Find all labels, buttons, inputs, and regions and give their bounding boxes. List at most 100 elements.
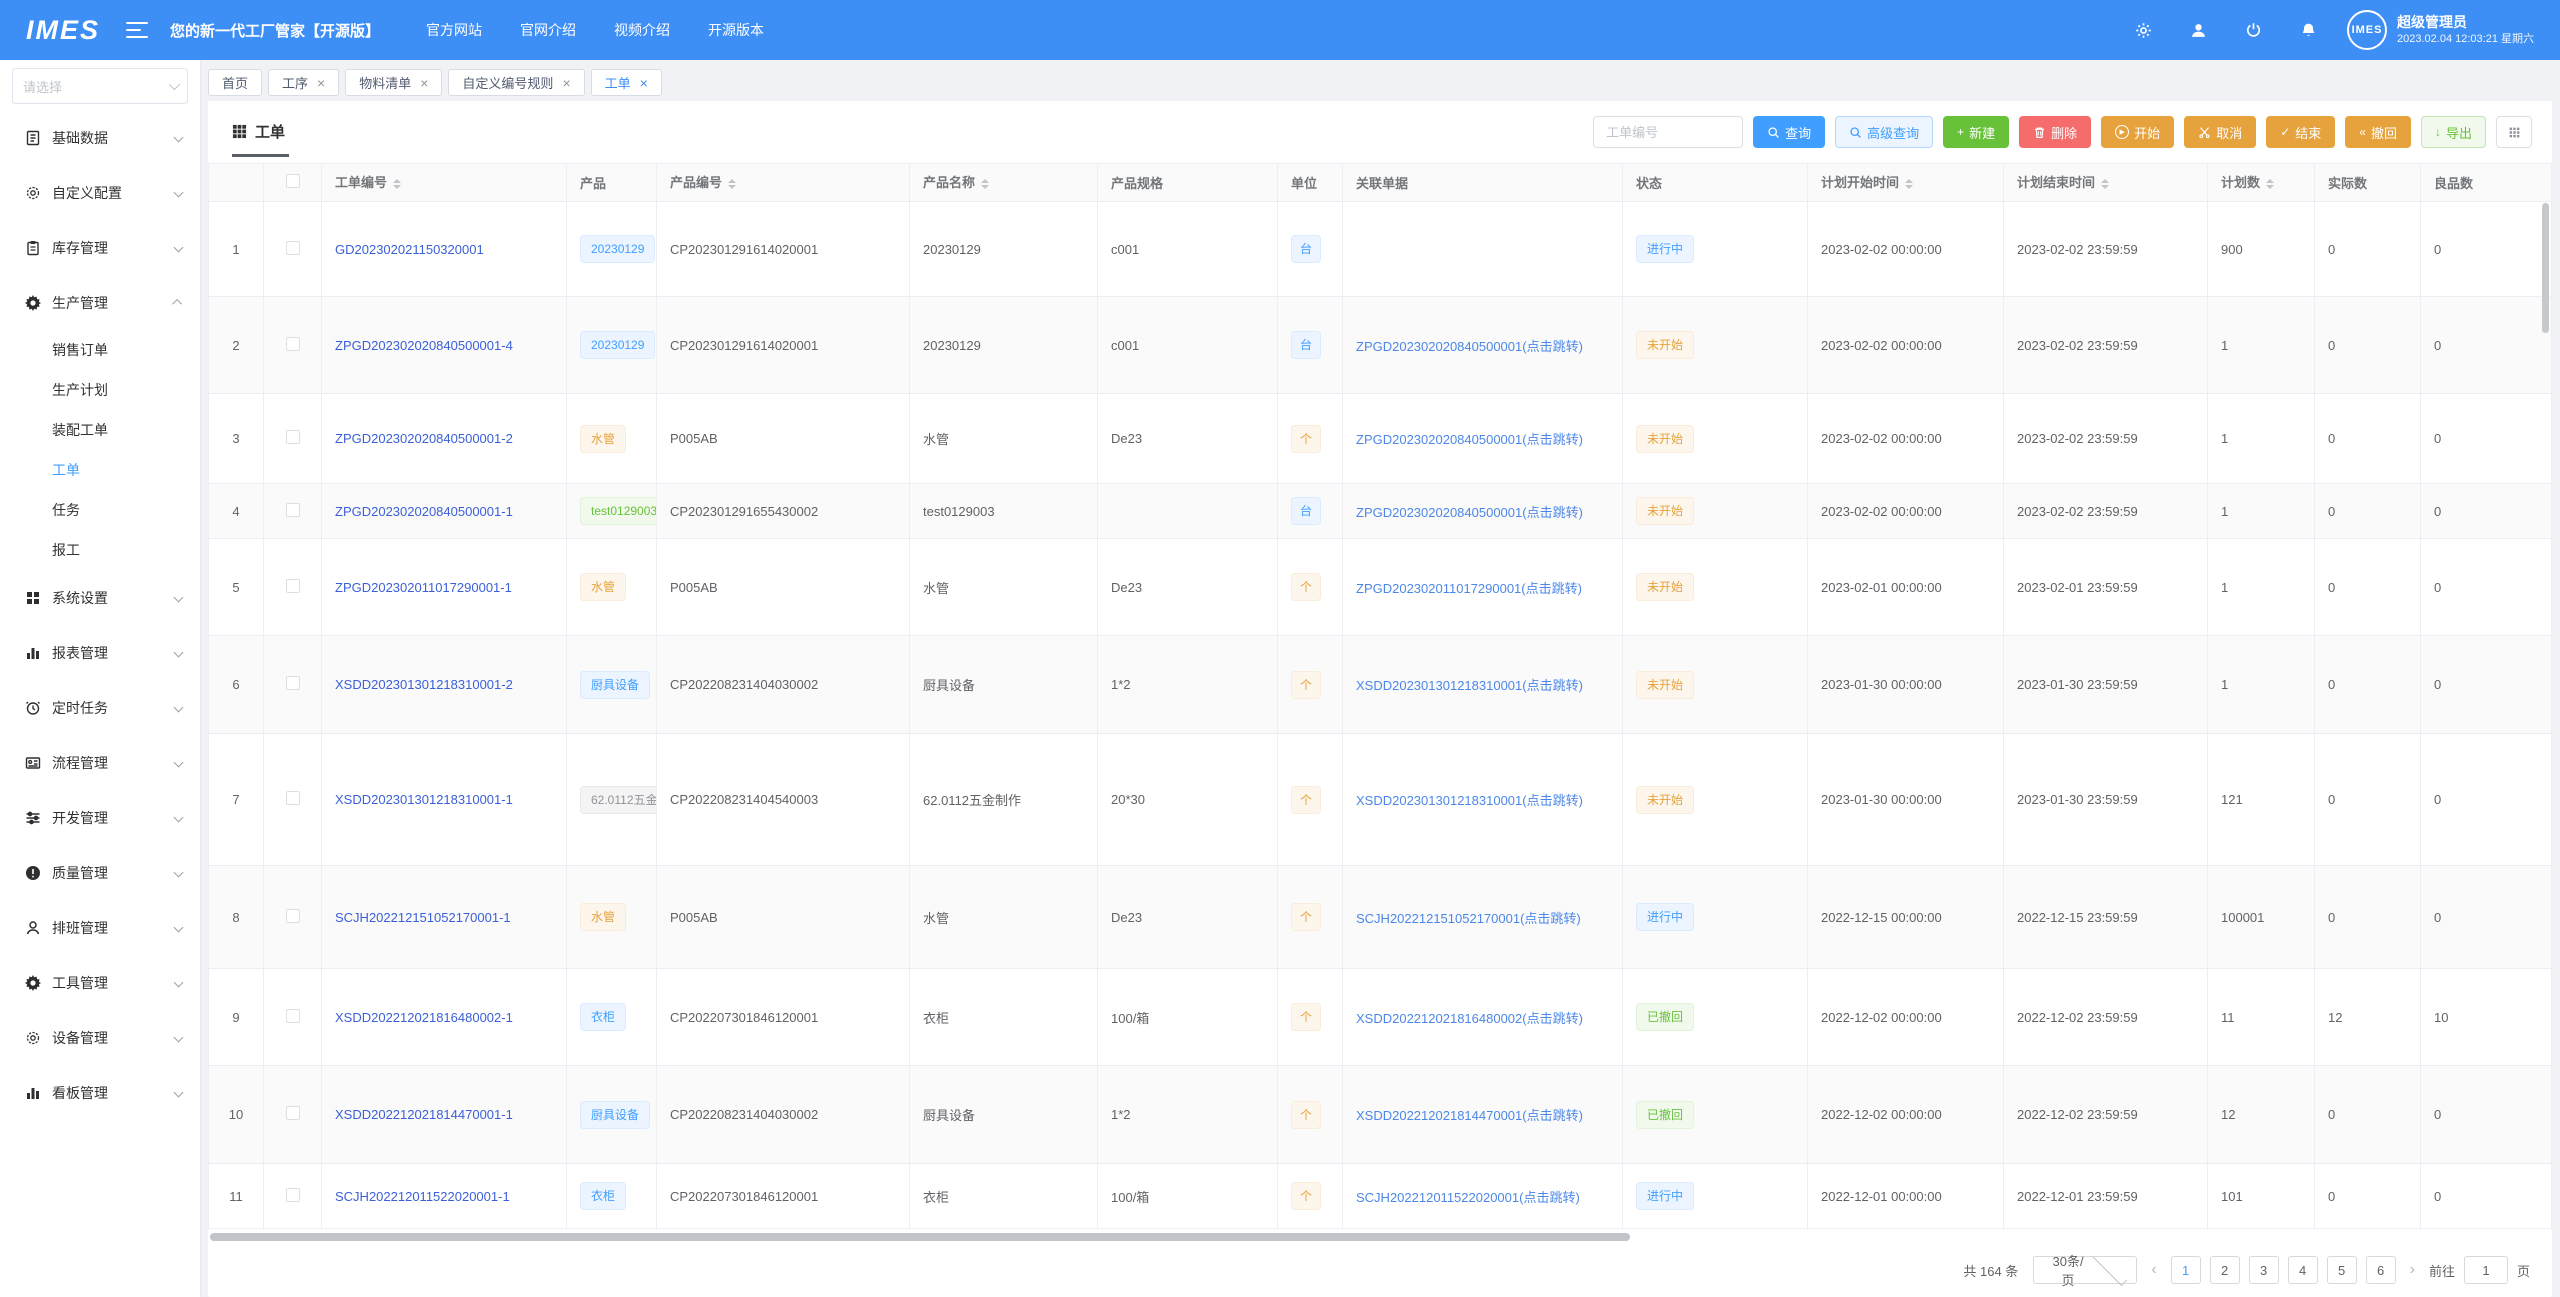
row-checkbox[interactable]: [286, 430, 300, 444]
work-order-link[interactable]: XSDD202301301218310001-2: [335, 677, 513, 692]
prev-page-button[interactable]: ‹: [2146, 1261, 2161, 1279]
search-input[interactable]: [1593, 116, 1743, 148]
work-order-link[interactable]: XSDD202212021814470001-1: [335, 1107, 513, 1122]
related-doc-link[interactable]: ZPGD202302020840500001(点击跳转): [1356, 336, 1583, 355]
sidebar-subitem-production-plan[interactable]: 生产计划: [0, 370, 200, 410]
page-size-select[interactable]: 30条/页: [2033, 1256, 2137, 1284]
tab-process[interactable]: 工序×: [268, 69, 339, 96]
bell-icon[interactable]: [2300, 22, 2317, 39]
sidebar-item-quality-mgmt[interactable]: 质量管理: [0, 845, 200, 900]
work-order-link[interactable]: ZPGD202302020840500001-4: [335, 338, 513, 353]
row-checkbox[interactable]: [286, 1009, 300, 1023]
vertical-scrollbar-thumb[interactable]: [2542, 203, 2549, 333]
column-settings-button[interactable]: [2496, 116, 2532, 148]
create-button[interactable]: + 新建: [1943, 116, 2009, 148]
sort-icon[interactable]: [2101, 175, 2109, 193]
related-doc-link[interactable]: XSDD202301301218310001(点击跳转): [1356, 675, 1583, 694]
work-order-link[interactable]: ZPGD202302011017290001-1: [335, 580, 512, 595]
tab-work-order[interactable]: 工单×: [591, 69, 662, 96]
page-button-5[interactable]: 5: [2327, 1256, 2357, 1284]
sidebar-subitem-assembly-order[interactable]: 装配工单: [0, 410, 200, 450]
row-checkbox[interactable]: [286, 241, 300, 255]
cancel-button[interactable]: 取消: [2184, 116, 2256, 148]
export-button[interactable]: ↓ 导出: [2421, 116, 2486, 148]
start-button[interactable]: ▶ 开始: [2101, 116, 2174, 148]
nav-site-intro[interactable]: 官网介绍: [520, 20, 576, 40]
sidebar-subitem-work-report[interactable]: 报工: [0, 530, 200, 570]
col-product-name[interactable]: 产品名称: [910, 164, 1098, 202]
finish-button[interactable]: ✓ 结束: [2266, 116, 2335, 148]
advanced-search-button[interactable]: 高级查询: [1835, 116, 1933, 148]
col-plan-end[interactable]: 计划结束时间: [2004, 164, 2208, 202]
settings-icon[interactable]: [2135, 22, 2152, 39]
sidebar-item-process-mgmt[interactable]: 流程管理: [0, 735, 200, 790]
row-checkbox[interactable]: [286, 579, 300, 593]
related-doc-link[interactable]: SCJH202212011522020001(点击跳转): [1356, 1187, 1580, 1206]
work-order-link[interactable]: XSDD202212021816480002-1: [335, 1010, 513, 1025]
sidebar-item-inventory-mgmt[interactable]: 库存管理: [0, 220, 200, 275]
sidebar-item-shift-mgmt[interactable]: 排班管理: [0, 900, 200, 955]
user-block[interactable]: 超级管理员 2023.02.04 12:03:21 星期六: [2397, 13, 2534, 47]
sidebar-subitem-sales-order[interactable]: 销售订单: [0, 330, 200, 370]
related-doc-link[interactable]: XSDD202212021816480002(点击跳转): [1356, 1008, 1583, 1027]
power-icon[interactable]: [2245, 22, 2262, 39]
row-checkbox[interactable]: [286, 676, 300, 690]
nav-video-intro[interactable]: 视频介绍: [614, 20, 670, 40]
tab-home[interactable]: 首页: [208, 69, 262, 96]
sidebar-item-kanban-mgmt[interactable]: 看板管理: [0, 1065, 200, 1120]
sidebar-item-production-mgmt[interactable]: 生产管理: [0, 275, 200, 330]
sidebar-item-custom-config[interactable]: 自定义配置: [0, 165, 200, 220]
nav-official-site[interactable]: 官方网站: [426, 20, 482, 40]
related-doc-link[interactable]: XSDD202301301218310001(点击跳转): [1356, 790, 1583, 809]
page-button-4[interactable]: 4: [2288, 1256, 2318, 1284]
sidebar-item-equipment-mgmt[interactable]: 设备管理: [0, 1010, 200, 1065]
col-plan-start[interactable]: 计划开始时间: [1808, 164, 2004, 202]
revoke-button[interactable]: « 撤回: [2345, 116, 2411, 148]
close-icon[interactable]: ×: [317, 76, 325, 90]
row-checkbox[interactable]: [286, 503, 300, 517]
col-plan-qty[interactable]: 计划数: [2208, 164, 2315, 202]
user-icon[interactable]: [2190, 22, 2207, 39]
page-button-3[interactable]: 3: [2249, 1256, 2279, 1284]
page-button-2[interactable]: 2: [2210, 1256, 2240, 1284]
col-product-code[interactable]: 产品编号: [657, 164, 910, 202]
horizontal-scrollbar-thumb[interactable]: [210, 1233, 1630, 1241]
sidebar-item-dev-mgmt[interactable]: 开发管理: [0, 790, 200, 845]
work-order-link[interactable]: ZPGD202302020840500001-2: [335, 431, 513, 446]
sort-icon[interactable]: [2266, 175, 2274, 193]
nav-open-source[interactable]: 开源版本: [708, 20, 764, 40]
work-order-link[interactable]: GD202302021150320001: [335, 242, 484, 257]
page-button-6[interactable]: 6: [2366, 1256, 2396, 1284]
related-doc-link[interactable]: SCJH202212151052170001(点击跳转): [1356, 908, 1581, 927]
delete-button[interactable]: 删除: [2019, 116, 2091, 148]
related-doc-link[interactable]: ZPGD202302011017290001(点击跳转): [1356, 578, 1582, 597]
related-doc-link[interactable]: XSDD202212021814470001(点击跳转): [1356, 1105, 1583, 1124]
close-icon[interactable]: ×: [420, 76, 428, 90]
work-order-link[interactable]: ZPGD202302020840500001-1: [335, 504, 513, 519]
row-checkbox[interactable]: [286, 909, 300, 923]
related-doc-link[interactable]: ZPGD202302020840500001(点击跳转): [1356, 502, 1583, 521]
sidebar-item-basic-data[interactable]: 基础数据: [0, 110, 200, 165]
search-button[interactable]: 查询: [1753, 116, 1825, 148]
related-doc-link[interactable]: ZPGD202302020840500001(点击跳转): [1356, 429, 1583, 448]
menu-collapse-icon[interactable]: [126, 22, 148, 38]
row-checkbox[interactable]: [286, 1188, 300, 1202]
sidebar-subitem-work-order[interactable]: 工单: [0, 450, 200, 490]
sidebar-item-tool-mgmt[interactable]: 工具管理: [0, 955, 200, 1010]
work-order-link[interactable]: SCJH202212151052170001-1: [335, 910, 511, 925]
tab-bom[interactable]: 物料清单×: [345, 69, 442, 96]
tab-number-rule[interactable]: 自定义编号规则×: [448, 69, 584, 96]
sidebar-item-scheduled-task[interactable]: 定时任务: [0, 680, 200, 735]
next-page-button[interactable]: ›: [2405, 1261, 2420, 1279]
row-checkbox[interactable]: [286, 1106, 300, 1120]
sidebar-item-report-mgmt[interactable]: 报表管理: [0, 625, 200, 680]
row-checkbox[interactable]: [286, 337, 300, 351]
sidebar-menu-select[interactable]: 请选择: [12, 68, 188, 104]
sort-icon[interactable]: [728, 175, 736, 193]
sort-icon[interactable]: [981, 175, 989, 193]
select-all-checkbox[interactable]: [286, 174, 300, 188]
work-order-link[interactable]: XSDD202301301218310001-1: [335, 792, 513, 807]
sidebar-item-system-settings[interactable]: 系统设置: [0, 570, 200, 625]
close-icon[interactable]: ×: [640, 76, 648, 90]
sort-icon[interactable]: [393, 175, 401, 193]
